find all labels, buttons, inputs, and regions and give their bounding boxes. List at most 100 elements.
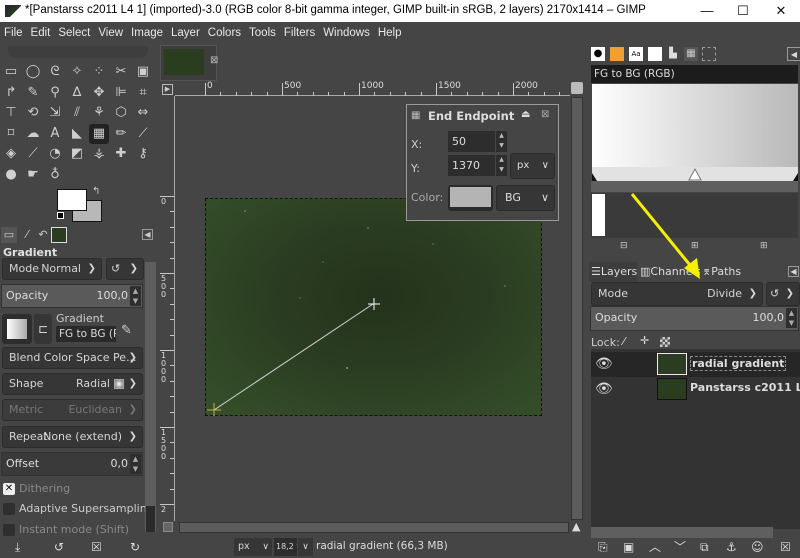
tab-menu-icon[interactable]: ◀ (787, 47, 800, 61)
mypaint-brush-icon[interactable]: ◩ (67, 144, 87, 164)
instant-mode-checkbox[interactable] (3, 524, 15, 536)
gradient-start-handle[interactable] (368, 298, 380, 310)
tool-options-tab-icon[interactable]: ▭ (1, 227, 17, 243)
delete-options-icon[interactable]: ☒ (91, 540, 102, 554)
shear-icon[interactable]: ⫽ (67, 103, 87, 123)
zoom-dropdown-icon[interactable]: ∨ (298, 538, 313, 556)
navigate-image-icon[interactable]: ▲ (572, 520, 580, 533)
x-spinner-arrows-icon[interactable]: ▲ ▼ (496, 131, 507, 152)
menu-layer[interactable]: Layer (167, 22, 204, 44)
horizontal-scrollbar[interactable] (179, 522, 569, 533)
layer-composite-select[interactable]: ↺ ❯ (766, 282, 800, 306)
close-button[interactable]: ✕ (758, 0, 800, 22)
visibility-eye-icon[interactable]: 👁 (595, 356, 613, 372)
zoom-in-icon[interactable]: ⊞ (691, 241, 699, 251)
rect-select-icon[interactable]: ▭ (1, 62, 21, 82)
bucket-fill-icon[interactable]: ◣ (67, 124, 87, 144)
pencil-icon[interactable]: ✏ (111, 124, 131, 144)
default-colors-icon[interactable] (57, 212, 64, 219)
spinner-arrows-icon[interactable]: ▲ ▼ (786, 308, 797, 328)
color-type-select[interactable]: BG ∨ (496, 185, 555, 211)
layers-scrollbar[interactable] (591, 527, 773, 538)
unit-select[interactable]: px ∨ (510, 153, 555, 179)
ink-icon[interactable]: ◔ (45, 144, 65, 164)
menu-filters[interactable]: Filters (280, 22, 319, 44)
layer-name[interactable]: radial gradient (690, 356, 787, 371)
tab-menu-icon[interactable]: ◀ (142, 229, 153, 240)
undo-history-tab-icon[interactable]: ↶ (35, 227, 51, 243)
palettes-tab-icon[interactable] (702, 47, 716, 61)
lock-position-icon[interactable]: ✛ (640, 334, 649, 347)
blend-color-space-select[interactable]: Blend Color Space Pe... ❯ (2, 347, 143, 369)
lock-alpha-icon[interactable] (660, 337, 670, 347)
free-select-icon[interactable]: ᘓ (45, 62, 65, 82)
gradient-line[interactable] (213, 303, 374, 411)
zoom-out-icon[interactable]: ⊟ (620, 241, 628, 251)
perspective-clone-icon[interactable]: ⚷ (133, 144, 153, 164)
tab-paths[interactable]: ⌆Paths (702, 262, 750, 282)
menu-edit[interactable]: Edit (27, 22, 55, 44)
blur-icon[interactable]: ● (1, 165, 21, 185)
scrollbar-thumb[interactable] (146, 506, 155, 532)
tab-layers[interactable]: ☰Layers (589, 262, 637, 282)
rotate-icon[interactable]: ⟲ (23, 103, 43, 123)
measure-icon[interactable]: ∆ (67, 83, 87, 103)
gradient-end-handle[interactable] (207, 403, 221, 416)
opacity-spinner[interactable]: Opacity 100,0 ▲ ▼ (1, 284, 143, 308)
gradient-icon[interactable]: ▦ (89, 123, 109, 144)
patterns-tab-icon[interactable] (610, 47, 624, 61)
perspective-icon[interactable]: ⬡ (111, 103, 131, 123)
gradient-name-field[interactable]: FG to BG (R (56, 326, 116, 342)
y-spinner-arrows-icon[interactable]: ▲ ▼ (496, 155, 507, 176)
fonts-tab-icon[interactable]: Aa (629, 47, 643, 61)
new-layer-group-icon[interactable]: ▣ (623, 540, 634, 554)
new-layer-icon[interactable]: ⎘ (598, 540, 608, 555)
quick-mask-toggle-icon[interactable]: ▶ (162, 84, 173, 95)
text-icon[interactable]: A (45, 124, 65, 144)
anchor-layer-icon[interactable]: ⚓ (726, 540, 737, 554)
unified-transform-icon[interactable]: ⊤ (1, 103, 21, 123)
smudge-warp-icon[interactable]: ☁ (23, 124, 43, 144)
menu-file[interactable]: File (0, 22, 27, 44)
gradient-stops-bar[interactable] (592, 167, 798, 181)
gradient-list[interactable] (591, 193, 798, 238)
layer-opacity-spinner[interactable]: Opacity 100,0 ▲ ▼ (590, 306, 799, 331)
delete-layer-icon[interactable]: ☒ (780, 540, 791, 554)
menu-select[interactable]: Select (54, 22, 94, 44)
navigate-icon[interactable] (163, 522, 173, 532)
color-swatch-button[interactable] (448, 185, 493, 211)
y-input[interactable]: 1370 (448, 155, 495, 176)
detach-icon[interactable]: ⏏ (521, 109, 530, 120)
gradient-list-swatch[interactable] (592, 194, 605, 236)
tool-options-scrollbar[interactable] (145, 262, 156, 532)
scale-icon[interactable]: ⇲ (45, 103, 65, 123)
gradient-preview-button[interactable] (2, 314, 32, 344)
layer-row[interactable]: 👁 Panstarss c2011 L4 (591, 377, 800, 402)
dodge-burn-icon[interactable]: ♁ (45, 165, 65, 185)
right-stop-marker[interactable] (793, 173, 798, 181)
scissors-icon[interactable]: ✂ (111, 62, 131, 82)
vertical-scrollbar[interactable] (571, 97, 583, 520)
tab-menu-icon[interactable]: ◀ (788, 266, 799, 277)
save-options-icon[interactable]: ⤓ (15, 540, 20, 555)
reverse-gradient-button[interactable]: ⊏ (34, 314, 52, 344)
brushes-tab-icon[interactable]: ● (591, 47, 605, 61)
duplicate-layer-icon[interactable]: ⧉ (700, 540, 709, 555)
select-by-color-icon[interactable]: ⁘ (89, 62, 109, 82)
foreground-color-swatch[interactable] (57, 189, 87, 211)
offset-spinner[interactable]: Offset 0,0 ▲ ▼ (1, 452, 143, 476)
airbrush-icon[interactable]: ⟋ (23, 144, 43, 164)
tab-channels[interactable]: ▥Channels (640, 262, 700, 282)
spinner-arrows-icon[interactable]: ▲ ▼ (130, 454, 141, 474)
layer-name[interactable]: Panstarss c2011 L4 (690, 381, 800, 394)
image-tab[interactable]: ⊠ (160, 45, 218, 81)
paintbrush-icon[interactable]: ⟋ (133, 124, 153, 144)
gradients-tab-icon[interactable]: ▦ (684, 47, 698, 61)
heal-icon[interactable]: ✚ (111, 144, 131, 164)
eraser-icon[interactable]: ◈ (1, 144, 21, 164)
gradient-scrollbar[interactable] (591, 181, 798, 192)
repeat-select[interactable]: Repeat None (extend) ❯ (2, 426, 143, 448)
left-stop-marker[interactable] (592, 173, 597, 181)
visibility-eye-icon[interactable]: 👁 (595, 381, 613, 397)
crop-icon[interactable]: ⌗ (133, 83, 153, 103)
